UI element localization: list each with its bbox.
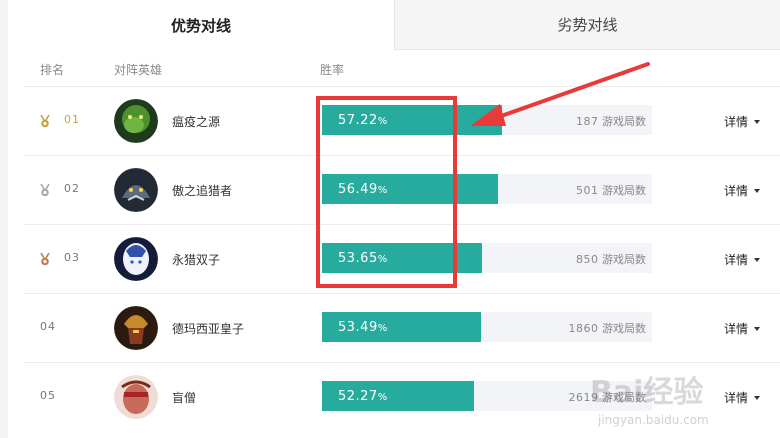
baidu-jingyan-watermark: Bai经验 jingyan.baidu.com	[590, 375, 709, 427]
svg-text:Bai经验: Bai经验	[590, 375, 703, 410]
svg-text:jingyan.baidu.com: jingyan.baidu.com	[597, 413, 709, 427]
